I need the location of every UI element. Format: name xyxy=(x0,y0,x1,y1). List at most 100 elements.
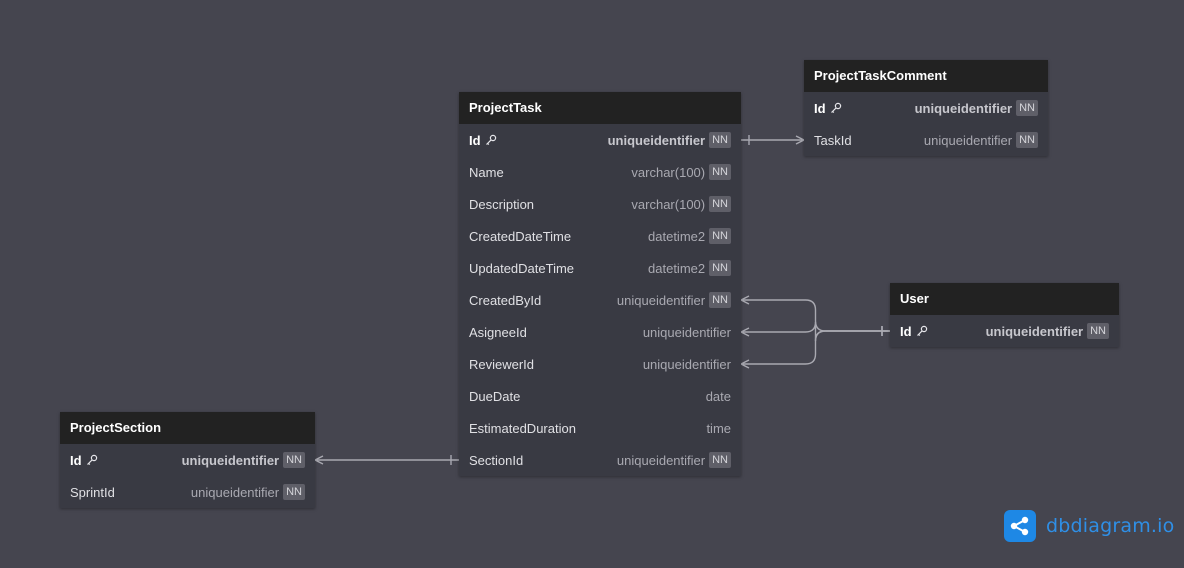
field-row-createdbyid[interactable]: CreatedById uniqueidentifier NN xyxy=(459,284,741,316)
table-header[interactable]: ProjectTaskComment xyxy=(804,60,1048,92)
field-type: datetime2 xyxy=(648,260,706,276)
field-type: time xyxy=(706,420,731,436)
field-name: CreatedById xyxy=(469,293,609,308)
many-marker xyxy=(739,327,750,337)
field-name: SprintId xyxy=(70,485,183,500)
field-name: Name xyxy=(469,165,623,180)
field-name-text: TaskId xyxy=(814,132,852,148)
not-null-badge: NN xyxy=(283,452,305,468)
field-name: Description xyxy=(469,197,623,212)
field-row-id[interactable]: Id uniqueidentifier NN xyxy=(459,124,741,156)
field-name: ReviewerId xyxy=(469,357,635,372)
not-null-badge: NN xyxy=(709,260,731,276)
field-row-sprintid[interactable]: SprintId uniqueidentifier NN xyxy=(60,476,315,508)
dbdiagram-logo[interactable]: dbdiagram.io xyxy=(1004,510,1174,542)
field-name-text: SprintId xyxy=(70,484,115,500)
field-row-estimatedduration[interactable]: EstimatedDuration time xyxy=(459,412,741,444)
not-null-badge: NN xyxy=(1016,132,1038,148)
field-name: Id xyxy=(814,101,907,116)
key-icon xyxy=(485,134,496,146)
many-marker xyxy=(739,359,750,369)
field-name: Id xyxy=(469,133,600,148)
field-name-text: AsigneeId xyxy=(469,324,527,340)
field-name-text: UpdatedDateTime xyxy=(469,260,575,276)
many-marker xyxy=(795,135,806,145)
field-row-id[interactable]: Id uniqueidentifier NN xyxy=(890,315,1119,347)
field-type: uniqueidentifier xyxy=(985,323,1084,339)
table-user[interactable]: User Id uniqueidentifier NN xyxy=(890,283,1119,347)
field-type: uniqueidentifier xyxy=(616,292,706,308)
table-header[interactable]: ProjectTask xyxy=(459,92,741,124)
relation-line xyxy=(741,299,890,332)
field-name-text: Id xyxy=(469,132,481,148)
field-row-id[interactable]: Id uniqueidentifier NN xyxy=(804,92,1048,124)
not-null-badge: NN xyxy=(709,164,731,180)
field-row-taskid[interactable]: TaskId uniqueidentifier NN xyxy=(804,124,1048,156)
not-null-badge: NN xyxy=(709,292,731,308)
field-name: TaskId xyxy=(814,133,916,148)
field-name-text: Name xyxy=(469,164,504,180)
field-type: varchar(100) xyxy=(631,196,706,212)
not-null-badge: NN xyxy=(283,484,305,500)
field-name-text: SectionId xyxy=(469,452,524,468)
field-row-name[interactable]: Name varchar(100) NN xyxy=(459,156,741,188)
field-name-text: Id xyxy=(900,323,912,339)
field-row-asigneeid[interactable]: AsigneeId uniqueidentifier xyxy=(459,316,741,348)
key-icon xyxy=(86,454,97,466)
table-project-task-comment[interactable]: ProjectTaskComment Id uniqueidentifier NN T… xyxy=(804,60,1048,156)
field-row-createddatetime[interactable]: CreatedDateTime datetime2 NN xyxy=(459,220,741,252)
not-null-badge: NN xyxy=(709,452,731,468)
field-type: uniqueidentifier xyxy=(642,356,731,372)
key-icon xyxy=(916,325,927,337)
field-row-description[interactable]: Description varchar(100) NN xyxy=(459,188,741,220)
field-type: uniqueidentifier xyxy=(181,452,280,468)
field-type: uniqueidentifier xyxy=(616,452,706,468)
field-name-text: Id xyxy=(70,452,82,468)
field-name-text: CreatedById xyxy=(469,292,542,308)
field-name: UpdatedDateTime xyxy=(469,261,640,276)
field-name: EstimatedDuration xyxy=(469,421,698,436)
field-row-reviewerid[interactable]: ReviewerId uniqueidentifier xyxy=(459,348,741,380)
field-name: CreatedDateTime xyxy=(469,229,640,244)
field-row-updateddatetime[interactable]: UpdatedDateTime datetime2 NN xyxy=(459,252,741,284)
field-type: uniqueidentifier xyxy=(914,100,1013,116)
field-type: uniqueidentifier xyxy=(607,132,706,148)
field-row-id[interactable]: Id uniqueidentifier NN xyxy=(60,444,315,476)
table-header[interactable]: ProjectSection xyxy=(60,412,315,444)
many-marker xyxy=(313,455,324,465)
field-type: uniqueidentifier xyxy=(923,132,1013,148)
diagram-canvas[interactable]: ProjectTask Id uniqueidentifier NN Name varc… xyxy=(0,0,1184,568)
field-name-text: Description xyxy=(469,196,535,212)
field-name: Id xyxy=(900,324,978,339)
table-header[interactable]: User xyxy=(890,283,1119,315)
field-type: datetime2 xyxy=(648,228,706,244)
field-row-duedate[interactable]: DueDate date xyxy=(459,380,741,412)
field-name: DueDate xyxy=(469,389,698,404)
many-marker xyxy=(739,295,750,305)
key-icon xyxy=(830,102,841,114)
field-name: SectionId xyxy=(469,453,609,468)
share-logo-icon xyxy=(1004,510,1036,542)
field-type: uniqueidentifier xyxy=(190,484,280,500)
field-name-text: DueDate xyxy=(469,388,521,404)
not-null-badge: NN xyxy=(1016,100,1038,116)
logo-text: dbdiagram.io xyxy=(1046,515,1175,537)
table-project-section[interactable]: ProjectSection Id uniqueidentifier NN Sprin… xyxy=(60,412,315,508)
relation-line xyxy=(741,330,890,365)
field-type: uniqueidentifier xyxy=(642,324,731,340)
not-null-badge: NN xyxy=(709,196,731,212)
field-type: varchar(100) xyxy=(631,164,706,180)
field-name: Id xyxy=(70,453,174,468)
field-name-text: Id xyxy=(814,100,826,116)
not-null-badge: NN xyxy=(709,132,731,148)
field-name-text: EstimatedDuration xyxy=(469,420,576,436)
not-null-badge: NN xyxy=(709,228,731,244)
table-project-task[interactable]: ProjectTask Id uniqueidentifier NN Name varc… xyxy=(459,92,741,476)
field-name-text: CreatedDateTime xyxy=(469,228,572,244)
field-row-sectionid[interactable]: SectionId uniqueidentifier NN xyxy=(459,444,741,476)
not-null-badge: NN xyxy=(1087,323,1109,339)
field-name: AsigneeId xyxy=(469,325,635,340)
field-type: date xyxy=(705,388,731,404)
relation-line xyxy=(741,321,890,342)
field-name-text: ReviewerId xyxy=(469,356,535,372)
